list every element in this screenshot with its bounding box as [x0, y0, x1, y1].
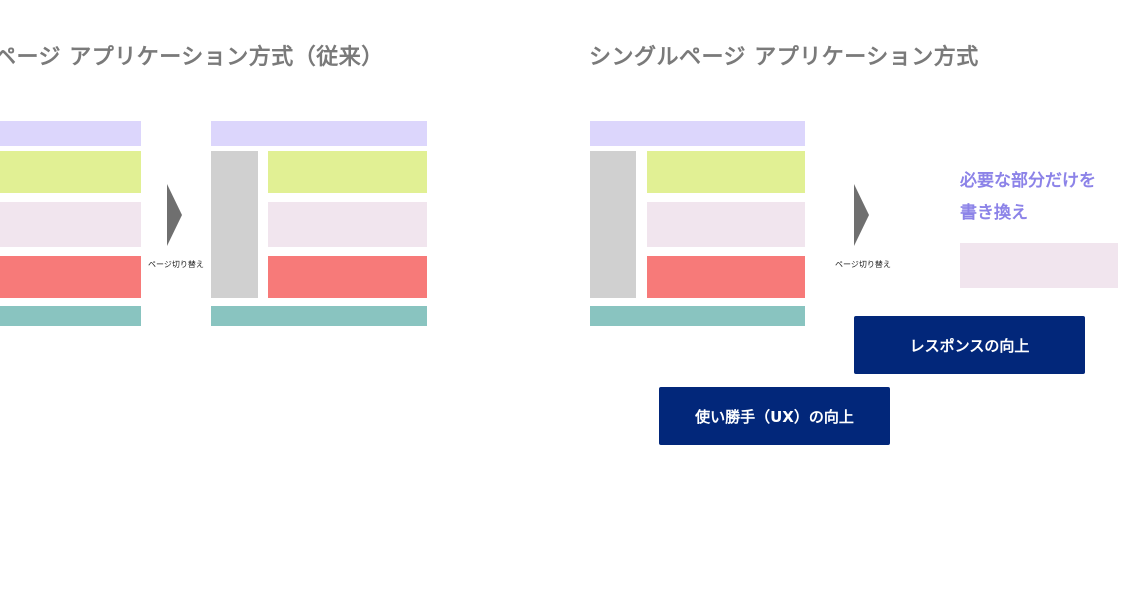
- right-arrow-icon: [854, 184, 869, 246]
- right-page-switch-caption: ページ切り替え: [835, 260, 891, 269]
- left-page-after-red-block: [268, 256, 427, 298]
- left-page-after-sidebar: [211, 151, 258, 298]
- usability-improvement-button[interactable]: 使い勝手（UX）の向上: [659, 387, 890, 445]
- left-page-before-footer: [0, 306, 141, 326]
- left-page-after-header: [211, 121, 427, 146]
- right-page-header: [590, 121, 805, 146]
- left-page-after-footer: [211, 306, 427, 326]
- left-arrow-icon: [167, 184, 182, 246]
- left-page-switch-caption: ページ切り替え: [148, 260, 204, 269]
- left-page-before-red-block: [0, 256, 141, 298]
- right-section-title: シングルページ アプリケーション方式: [589, 45, 979, 70]
- rewritten-part-block: [960, 243, 1118, 288]
- right-page-sidebar: [590, 151, 636, 298]
- partial-rewrite-note: 必要な部分だけを 書き換え: [960, 165, 1096, 229]
- left-page-before-header: [0, 121, 141, 146]
- left-page-after-green-block: [268, 151, 427, 193]
- right-page-green-block: [647, 151, 805, 193]
- right-page-pink-block: [647, 202, 805, 247]
- response-improvement-button[interactable]: レスポンスの向上: [854, 316, 1085, 374]
- left-page-before-green-block: [0, 151, 141, 193]
- right-page-red-block: [647, 256, 805, 298]
- left-page-after-pink-block: [268, 202, 427, 247]
- right-page-footer: [590, 306, 805, 326]
- partial-rewrite-note-line1: 必要な部分だけを: [960, 171, 1096, 191]
- left-page-before-pink-block: [0, 202, 141, 247]
- left-section-title: ページ アプリケーション方式（従来）: [0, 45, 384, 70]
- partial-rewrite-note-line2: 書き換え: [960, 203, 1028, 223]
